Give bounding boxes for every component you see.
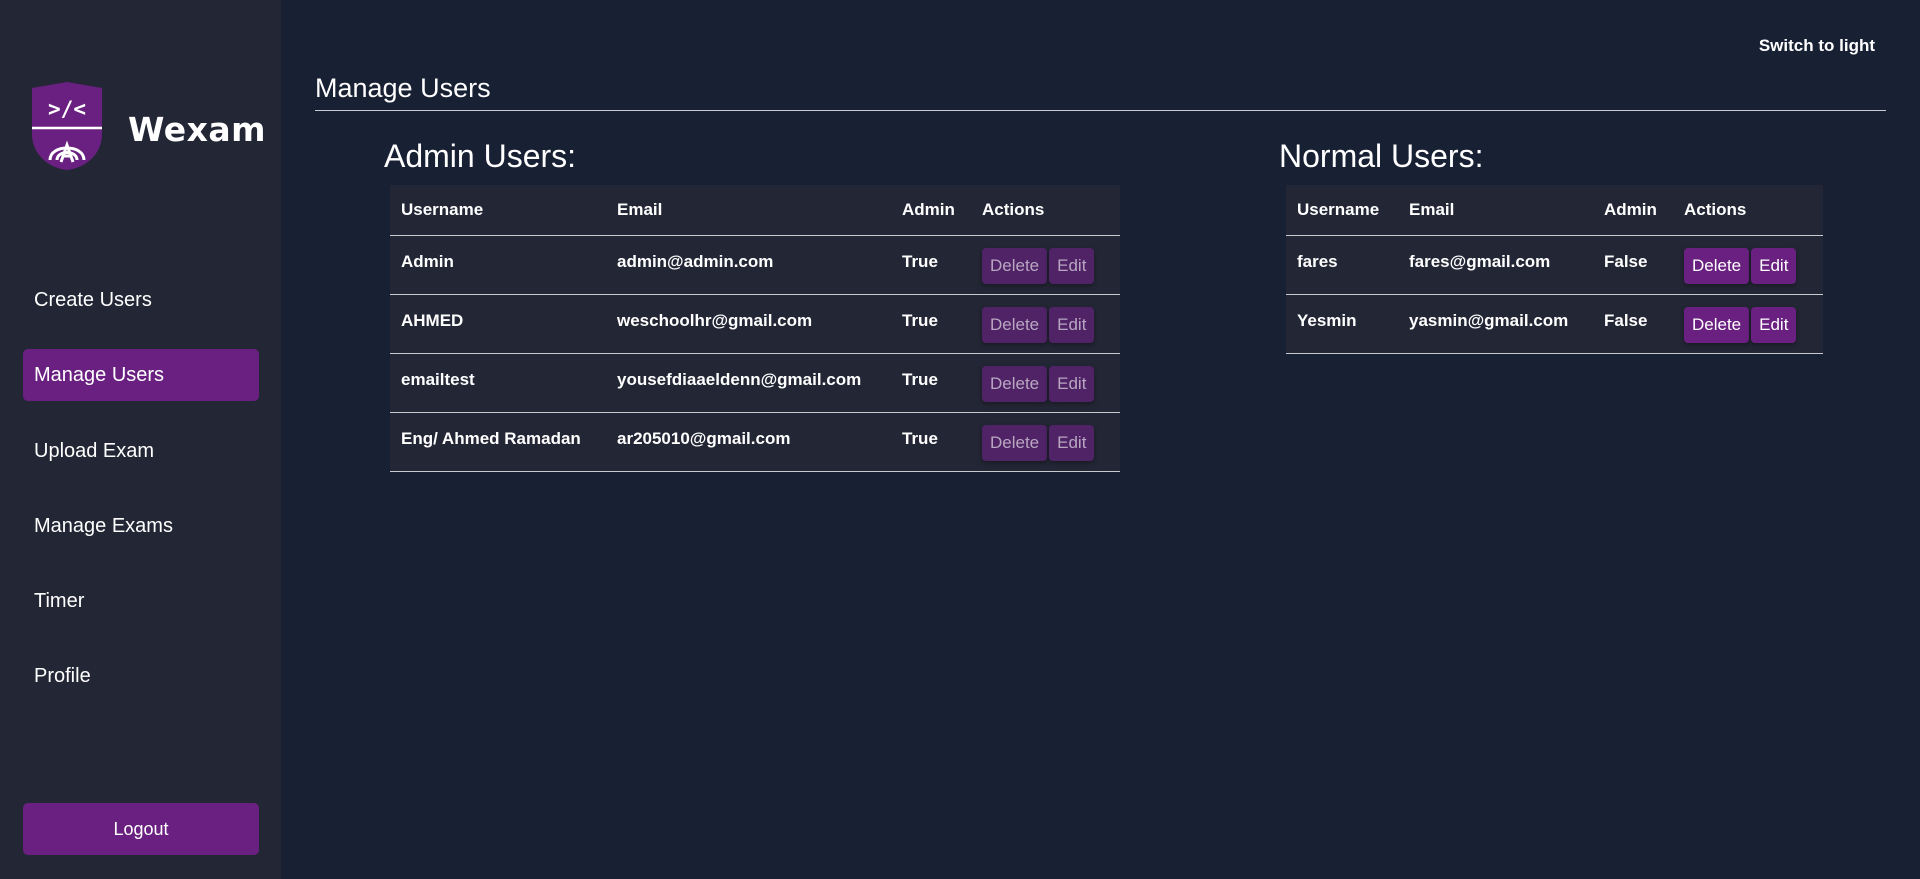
cell-email: fares@gmail.com [1398, 235, 1593, 295]
sidebar-item-label: Create Users [34, 288, 152, 311]
column-header-username: Username [390, 185, 606, 236]
cell-username: Yesmin [1286, 294, 1398, 354]
edit-button[interactable]: Edit [1751, 306, 1797, 343]
edit-button[interactable]: Edit [1049, 306, 1095, 343]
cell-actions: Delete Edit [971, 235, 1120, 295]
brand-name: Wexam [128, 109, 267, 149]
column-header-admin: Admin [1593, 185, 1673, 236]
delete-button[interactable]: Delete [982, 365, 1048, 402]
sidebar-item-create-users[interactable]: Create Users [23, 274, 259, 326]
edit-button[interactable]: Edit [1049, 424, 1095, 461]
normal-users-heading: Normal Users: [1279, 138, 1484, 174]
cell-actions: Delete Edit [971, 412, 1120, 472]
sidebar: >/< Wexam Create Users Manage Users Uplo… [0, 0, 281, 879]
table-header-row: Username Email Admin Actions [390, 185, 1120, 236]
column-header-actions: Actions [971, 185, 1120, 236]
sidebar-item-timer[interactable]: Timer [23, 575, 259, 627]
column-header-username: Username [1286, 185, 1398, 236]
cell-actions: Delete Edit [971, 353, 1120, 413]
table-row: Eng/ Ahmed Ramadan ar205010@gmail.com Tr… [390, 412, 1120, 472]
cell-email: yasmin@gmail.com [1398, 294, 1593, 354]
cell-admin: True [891, 412, 971, 472]
admin-users-table: Username Email Admin Actions Admin admin… [390, 185, 1120, 472]
wexam-shield-logo-icon: >/< [32, 82, 102, 170]
table-row: fares fares@gmail.com False Delete Edit [1286, 235, 1823, 295]
table-header-row: Username Email Admin Actions [1286, 185, 1823, 236]
table-row: emailtest yousefdiaaeldenn@gmail.com Tru… [390, 353, 1120, 413]
cell-admin: True [891, 235, 971, 295]
cell-admin: True [891, 294, 971, 354]
delete-button[interactable]: Delete [982, 247, 1048, 284]
edit-button[interactable]: Edit [1049, 365, 1095, 402]
cell-email: yousefdiaaeldenn@gmail.com [606, 353, 891, 413]
column-header-actions: Actions [1673, 185, 1823, 236]
cell-actions: Delete Edit [971, 294, 1120, 354]
page-title: Manage Users [315, 73, 491, 103]
delete-button[interactable]: Delete [982, 306, 1048, 343]
edit-button[interactable]: Edit [1049, 247, 1095, 284]
sidebar-item-label: Upload Exam [34, 439, 155, 462]
cell-username: fares [1286, 235, 1398, 295]
sidebar-item-manage-exams[interactable]: Manage Exams [23, 500, 259, 552]
logout-button[interactable]: Logout [23, 803, 259, 855]
column-header-email: Email [1398, 185, 1593, 236]
cell-username: Eng/ Ahmed Ramadan [390, 412, 606, 472]
cell-admin: True [891, 353, 971, 413]
cell-actions: Delete Edit [1673, 294, 1823, 354]
sidebar-item-label: Timer [34, 589, 85, 612]
sidebar-item-upload-exam[interactable]: Upload Exam [23, 425, 259, 477]
delete-button[interactable]: Delete [1684, 247, 1750, 284]
table-row: AHMED weschoolhr@gmail.com True Delete Ed… [390, 294, 1120, 354]
cell-admin: False [1593, 294, 1673, 354]
cell-username: Admin [390, 235, 606, 295]
cell-email: admin@admin.com [606, 235, 891, 295]
svg-text:>/<: >/< [48, 97, 86, 121]
cell-admin: False [1593, 235, 1673, 295]
table-row: Yesmin yasmin@gmail.com False Delete Edit [1286, 294, 1823, 354]
delete-button[interactable]: Delete [982, 424, 1048, 461]
sidebar-item-label: Profile [34, 664, 91, 687]
theme-toggle-link[interactable]: Switch to light [1759, 36, 1875, 56]
sidebar-item-profile[interactable]: Profile [23, 650, 259, 702]
admin-users-heading: Admin Users: [384, 138, 577, 174]
sidebar-item-label: Manage Users [34, 363, 165, 386]
cell-email: weschoolhr@gmail.com [606, 294, 891, 354]
sidebar-item-manage-users[interactable]: Manage Users [23, 349, 259, 401]
cell-email: ar205010@gmail.com [606, 412, 891, 472]
brand-logo[interactable]: >/< Wexam [28, 82, 266, 170]
normal-users-table: Username Email Admin Actions fares fares… [1286, 185, 1823, 354]
edit-button[interactable]: Edit [1751, 247, 1797, 284]
cell-username: emailtest [390, 353, 606, 413]
table-row: Admin admin@admin.com True Delete Edit [390, 235, 1120, 295]
title-divider [315, 110, 1886, 111]
column-header-email: Email [606, 185, 891, 236]
column-header-admin: Admin [891, 185, 971, 236]
sidebar-item-label: Manage Exams [34, 514, 173, 537]
cell-username: AHMED [390, 294, 606, 354]
cell-actions: Delete Edit [1673, 235, 1823, 295]
delete-button[interactable]: Delete [1684, 306, 1750, 343]
